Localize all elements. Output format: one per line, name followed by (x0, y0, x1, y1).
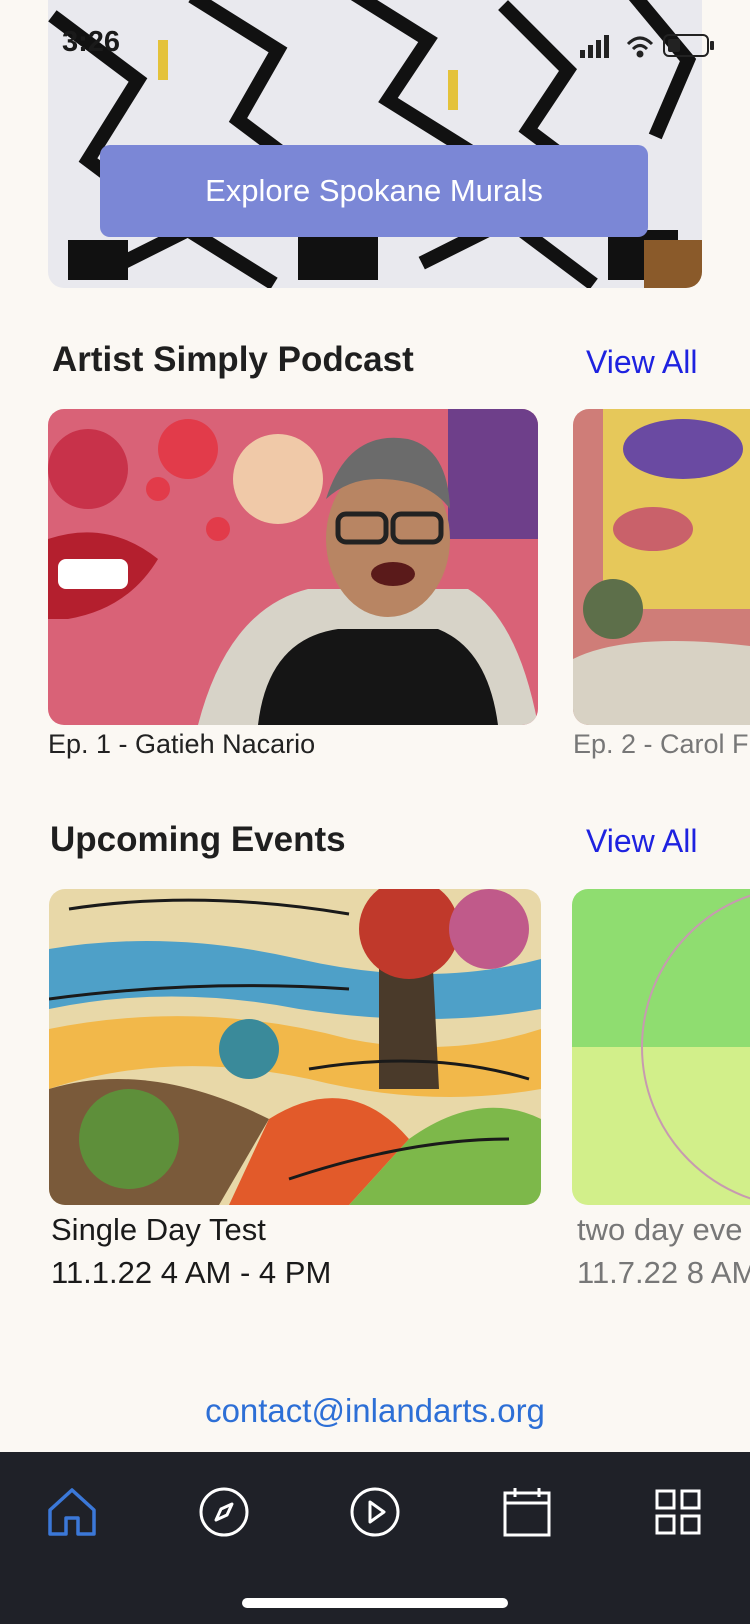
podcast-section-title: Artist Simply Podcast (52, 340, 414, 379)
event-date: 11.1.22 4 AM - 4 PM (51, 1255, 332, 1290)
calendar-icon (503, 1488, 551, 1537)
status-bar: 3:26 (0, 0, 750, 90)
event-card[interactable] (572, 889, 750, 1205)
wifi-icon (626, 36, 654, 58)
podcast-episode-card[interactable] (573, 409, 750, 725)
compass-icon (199, 1487, 249, 1537)
tab-events[interactable] (497, 1482, 557, 1542)
battery-icon (663, 34, 714, 57)
tab-explore[interactable] (194, 1482, 254, 1542)
tab-more[interactable] (648, 1482, 708, 1542)
status-time: 3:26 (62, 26, 121, 58)
play-icon (350, 1487, 400, 1537)
event-title: Single Day Test (51, 1212, 266, 1247)
event-poster-image (572, 889, 750, 1205)
podcast-episode-thumbnail (573, 409, 750, 725)
podcast-episode-card[interactable] (48, 409, 538, 725)
events-section-title: Upcoming Events (50, 820, 346, 859)
status-icons (580, 30, 720, 65)
home-icon (48, 1488, 96, 1536)
explore-murals-button[interactable]: Explore Spokane Murals (100, 145, 648, 237)
podcast-view-all-link[interactable]: View All (586, 344, 697, 381)
tab-podcast[interactable] (345, 1482, 405, 1542)
home-indicator (242, 1598, 508, 1608)
podcast-episode-label: Ep. 1 - Gatieh Nacario (48, 729, 316, 759)
events-view-all-link[interactable]: View All (586, 823, 697, 860)
event-card[interactable] (49, 889, 541, 1205)
podcast-episode-label: Ep. 2 - Carol F (573, 729, 749, 759)
event-poster-image (49, 889, 541, 1205)
event-title: two day eve (577, 1212, 743, 1247)
grid-icon (655, 1489, 701, 1535)
podcast-episode-thumbnail (48, 409, 538, 725)
signal-icon (580, 35, 609, 58)
tab-home[interactable] (42, 1482, 102, 1542)
event-date: 11.7.22 8 AM (577, 1255, 750, 1290)
contact-email-link[interactable]: contact@inlandarts.org (0, 1392, 750, 1430)
